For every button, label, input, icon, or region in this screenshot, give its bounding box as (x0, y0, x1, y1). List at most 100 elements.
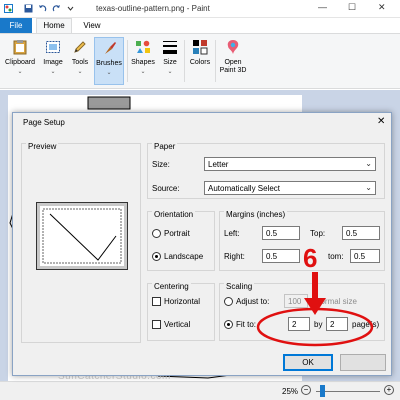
paper-size-select[interactable]: Letter ⌄ (204, 157, 376, 171)
ribbon-divider (127, 40, 128, 82)
dialog-title: Page Setup (23, 118, 65, 127)
minimize-button[interactable]: — (318, 2, 327, 12)
preview-group: Preview (21, 142, 141, 343)
portrait-radio[interactable] (152, 229, 161, 238)
paint-app-icon (4, 4, 13, 13)
margin-bottom-label: tom: (328, 252, 344, 261)
clipboard-icon (13, 40, 27, 55)
shapes-button[interactable]: Shapes ⌄ (130, 37, 156, 85)
close-window-button[interactable]: ✕ (378, 2, 386, 13)
chevron-down-icon: ⌄ (17, 69, 23, 75)
margins-group: Margins (inches) Left: 0.5 Top: 0.5 Righ… (219, 210, 385, 271)
maximize-button[interactable]: ☐ (348, 2, 356, 13)
chevron-down-icon: ⌄ (50, 69, 56, 75)
zoom-slider-thumb[interactable] (320, 385, 325, 397)
zoom-in-button[interactable]: + (384, 385, 394, 395)
chevron-down-icon: ⌄ (167, 69, 173, 75)
paper-size-value: Letter (208, 160, 229, 169)
preview-title: Preview (26, 142, 59, 151)
cancel-button[interactable] (340, 354, 386, 371)
margin-bottom-input[interactable]: 0.5 (350, 249, 380, 263)
app-title: texas-outline-pattern.png - Paint (96, 4, 210, 13)
orientation-group: Orientation Portrait Landscape (147, 210, 215, 271)
open-paint3d-button[interactable]: Open Paint 3D (218, 37, 248, 85)
center-vertical-label[interactable]: Vertical (164, 320, 190, 329)
chevron-down-icon: ⌄ (140, 69, 146, 75)
status-bar: 25% − + (0, 381, 400, 400)
undo-icon[interactable] (38, 4, 47, 13)
paper-size-label: Size: (152, 160, 170, 169)
image-icon (46, 41, 60, 53)
tab-file[interactable]: File (0, 18, 32, 33)
landscape-radio[interactable] (152, 252, 161, 261)
step-number-annotation: 6 (303, 243, 318, 273)
zoom-slider-track[interactable] (316, 391, 380, 392)
paper-source-select[interactable]: Automatically Select ⌄ (204, 181, 376, 195)
chevron-down-icon: ⌄ (106, 70, 112, 76)
colors-label: Colors (189, 59, 211, 66)
margin-left-label: Left: (224, 229, 240, 238)
margin-right-label: Right: (224, 252, 245, 261)
scaling-title: Scaling (224, 282, 255, 291)
ribbon: Clipboard ⌄ Image ⌄ Tools ⌄ Brushes ⌄ Sh… (0, 33, 400, 89)
shapes-label: Shapes (131, 59, 155, 66)
margin-right-input[interactable]: 0.5 (262, 249, 300, 263)
tools-label: Tools (71, 59, 89, 66)
pencil-icon (74, 41, 86, 53)
save-icon[interactable] (24, 4, 33, 13)
paint3d-label-line1: Open (224, 59, 242, 66)
chevron-down-icon: ⌄ (365, 159, 372, 168)
clipboard-button[interactable]: Clipboard ⌄ (2, 37, 38, 85)
paint3d-icon (227, 40, 239, 54)
ribbon-divider (184, 40, 185, 82)
customize-toolbar-chevron-icon[interactable] (66, 4, 75, 13)
paint3d-label-line2: Paint 3D (219, 67, 247, 74)
ribbon-divider (215, 40, 216, 82)
tools-button[interactable]: Tools ⌄ (68, 37, 92, 85)
image-button[interactable]: Image ⌄ (40, 37, 66, 85)
page-preview (36, 202, 128, 270)
margin-left-input[interactable]: 0.5 (262, 226, 300, 240)
paper-title: Paper (152, 142, 178, 151)
margin-top-input[interactable]: 0.5 (342, 226, 380, 240)
brushes-button[interactable]: Brushes ⌄ (94, 37, 124, 85)
title-bar: texas-outline-pattern.png - Paint — ☐ ✕ (0, 0, 400, 18)
center-vertical-checkbox[interactable] (152, 320, 161, 329)
centering-title: Centering (152, 282, 191, 291)
line-size-icon (163, 41, 177, 54)
size-button[interactable]: Size ⌄ (158, 37, 182, 85)
tab-view[interactable]: View (78, 18, 106, 33)
paper-group: Paper Size: Letter ⌄ Source: Automatical… (147, 142, 385, 199)
brush-icon (105, 42, 116, 54)
tab-home[interactable]: Home (36, 18, 72, 33)
highlight-ellipse-annotation (256, 307, 374, 347)
brushes-label: Brushes (96, 60, 122, 67)
ribbon-tabs: File Home View (0, 18, 400, 33)
margin-top-label: Top: (310, 229, 326, 238)
preview-page-image (40, 206, 124, 266)
center-horizontal-label[interactable]: Horizontal (164, 297, 200, 306)
paper-source-label: Source: (152, 184, 180, 193)
chevron-down-icon: ⌄ (365, 183, 372, 192)
adjust-to-radio[interactable] (224, 297, 233, 306)
portrait-label[interactable]: Portrait (164, 229, 190, 238)
fit-to-radio[interactable] (224, 320, 233, 329)
image-label: Image (43, 59, 63, 66)
fit-to-label[interactable]: Fit to: (236, 320, 256, 329)
zoom-out-button[interactable]: − (301, 385, 311, 395)
ok-button[interactable]: OK (283, 354, 333, 371)
zoom-level: 25% (282, 387, 299, 396)
paper-source-value: Automatically Select (208, 184, 281, 193)
shapes-icon (136, 40, 150, 53)
chevron-down-icon: ⌄ (77, 69, 83, 75)
orientation-title: Orientation (152, 210, 196, 219)
size-label: Size (163, 59, 177, 66)
redo-icon[interactable] (52, 4, 61, 13)
center-horizontal-checkbox[interactable] (152, 297, 161, 306)
clipboard-label: Clipboard (5, 59, 35, 66)
colors-button[interactable]: Colors (187, 37, 213, 85)
landscape-label[interactable]: Landscape (164, 252, 203, 261)
dialog-close-button[interactable]: ✕ (377, 116, 385, 127)
centering-group: Centering Horizontal Vertical (147, 282, 215, 341)
adjust-to-label[interactable]: Adjust to: (236, 297, 269, 306)
